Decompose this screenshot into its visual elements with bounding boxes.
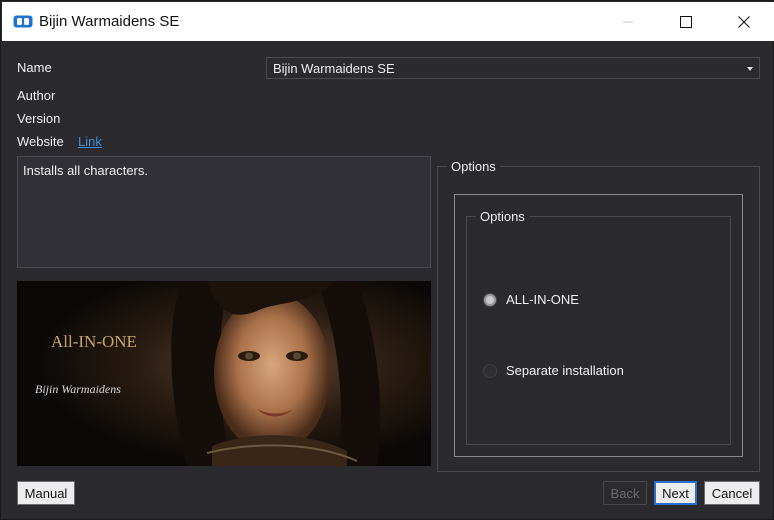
preview-title-overlay: All-IN-ONE <box>51 332 137 351</box>
minimize-button[interactable] <box>599 2 656 41</box>
option-separate-installation[interactable]: Separate installation <box>483 363 624 378</box>
description-box[interactable]: Installs all characters. <box>17 156 431 268</box>
character-portrait: All-IN-ONE Bijin Warmaidens <box>17 281 431 466</box>
description-text: Installs all characters. <box>23 163 148 178</box>
website-link[interactable]: Link <box>78 134 102 149</box>
name-dropdown-value: Bijin Warmaidens SE <box>273 61 395 76</box>
version-label: Version <box>17 111 61 126</box>
preview-signature: Bijin Warmaidens <box>35 382 121 396</box>
next-button[interactable]: Next <box>654 481 697 505</box>
option-label: ALL-IN-ONE <box>506 292 579 307</box>
preview-image: All-IN-ONE Bijin Warmaidens <box>17 281 431 466</box>
author-label: Author <box>17 88 56 103</box>
installer-content: Name Bijin Warmaidens SE Author Version … <box>4 42 772 518</box>
installer-window: Bijin Warmaidens SE Name Bijin Warmaiden… <box>0 0 774 520</box>
close-button[interactable] <box>715 2 772 41</box>
title-bar[interactable]: Bijin Warmaidens SE <box>2 2 774 41</box>
website-label: Website <box>17 134 64 149</box>
options-outer-title: Options <box>447 159 500 174</box>
app-logo-icon <box>13 15 33 28</box>
options-inner-group <box>466 216 731 445</box>
name-dropdown[interactable]: Bijin Warmaidens SE <box>266 57 760 79</box>
back-button[interactable]: Back <box>603 481 647 505</box>
option-label: Separate installation <box>506 363 624 378</box>
minimize-icon <box>622 21 633 22</box>
maximize-icon <box>679 15 692 28</box>
manual-button[interactable]: Manual <box>17 481 75 505</box>
name-label: Name <box>17 60 52 75</box>
radio-selected-icon[interactable] <box>483 292 497 307</box>
radio-unselected-icon[interactable] <box>483 363 497 378</box>
maximize-button[interactable] <box>657 2 714 41</box>
options-inner-title: Options <box>476 209 529 224</box>
option-all-in-one[interactable]: ALL-IN-ONE <box>483 292 579 307</box>
close-icon <box>737 15 750 28</box>
chevron-down-icon <box>747 67 753 71</box>
window-title: Bijin Warmaidens SE <box>39 13 180 30</box>
cancel-button[interactable]: Cancel <box>704 481 760 505</box>
